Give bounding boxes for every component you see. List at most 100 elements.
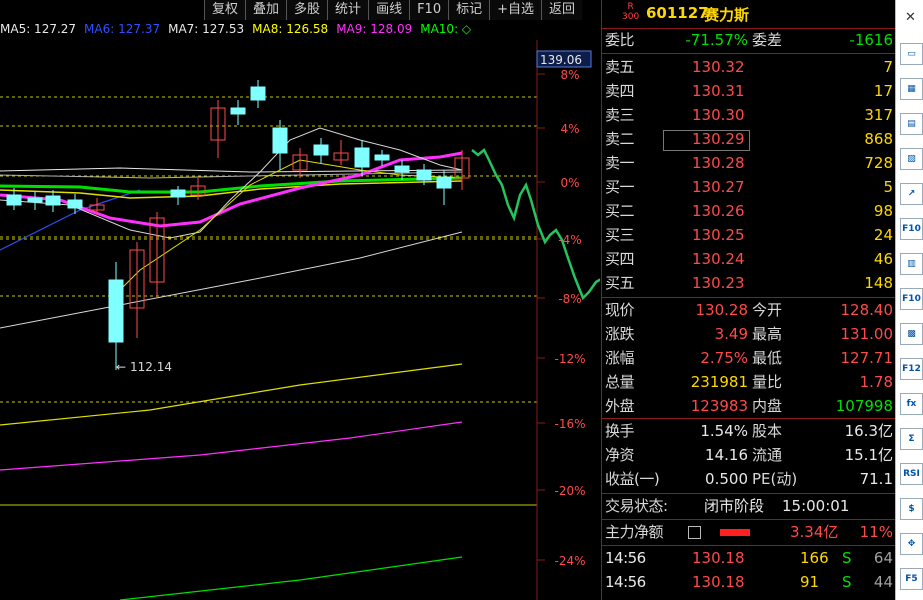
- y-tick-label: 8%: [560, 68, 579, 82]
- market-icon[interactable]: ▭: [900, 43, 923, 65]
- candle-body: [108, 279, 124, 343]
- level-volume: 17: [873, 82, 893, 100]
- toolbar-btn-4[interactable]: 画线: [368, 0, 410, 20]
- level-price: 130.28: [692, 154, 745, 172]
- chart-icon[interactable]: ▨: [900, 148, 923, 170]
- toolbar-btn-8[interactable]: 返回: [541, 0, 583, 20]
- f5-icon[interactable]: F5: [900, 568, 923, 590]
- candle-body: [170, 189, 186, 198]
- order-book-row[interactable]: 卖四 130.31 17: [602, 80, 895, 103]
- toolbar-btn-3[interactable]: 统计: [327, 0, 369, 20]
- trade-status: 交易状态: 闭市阶段 15:00:01: [605, 497, 850, 515]
- right-toolbar: ✕ ▭ ▦ ▤ ▨ ↗ F10 ▥ F10 ▩ F12 fx Σ RSI $ ✥ F5: [895, 0, 923, 600]
- ma-legend-item: MA5: 127.27: [0, 22, 77, 36]
- candle-body: [272, 127, 288, 154]
- stock-code: 601127: [646, 4, 709, 22]
- fx-icon[interactable]: fx: [900, 393, 923, 415]
- level-volume: 868: [864, 130, 893, 148]
- order-book-row[interactable]: 卖一 130.28 728: [602, 152, 895, 175]
- ma-legend: MA5: 127.27 MA6: 127.37 MA7: 127.53 MA8: 12…: [0, 22, 471, 40]
- level-volume: 98: [873, 202, 893, 220]
- f12-icon[interactable]: F12: [900, 358, 923, 380]
- dollar-icon[interactable]: $: [900, 498, 923, 520]
- candle-body: [67, 199, 83, 209]
- toolbar-btn-0[interactable]: 复权: [204, 0, 246, 20]
- indicator-icon[interactable]: ▩: [900, 323, 923, 345]
- stats-icon[interactable]: ▤: [900, 113, 923, 135]
- quote-row: 涨跌 3.49 最高 131.00: [605, 325, 893, 343]
- move-icon[interactable]: ✥: [900, 533, 923, 555]
- f10-icon[interactable]: F10: [900, 218, 923, 240]
- kline-chart[interactable]: 8%4%0%-4%-8%-12%-16%-20%-24% 139.06 ← 11…: [0, 0, 600, 600]
- flow-bar: [720, 529, 750, 536]
- level-label: 卖五: [605, 58, 635, 76]
- toolbar-btn-5[interactable]: F10: [409, 0, 449, 20]
- stats-row: 收益(一) 0.500 PE(动) 71.1: [605, 470, 893, 488]
- level-label: 买三: [605, 226, 635, 244]
- level-price: 130.24: [692, 250, 745, 268]
- svg-text:112.14: 112.14: [130, 360, 172, 374]
- quote-row: 外盘 123983 内盘 107998: [605, 397, 893, 415]
- trend-icon[interactable]: ↗: [900, 183, 923, 205]
- low-marker: ← 112.14: [116, 360, 172, 374]
- sum-icon[interactable]: Σ: [900, 428, 923, 450]
- committee-row: 委比 -71.57% 委差 -1616: [605, 31, 893, 49]
- candle-body: [45, 195, 61, 206]
- doc-icon[interactable]: [688, 526, 701, 539]
- level-price: 130.27: [692, 178, 745, 196]
- main-flow: 主力净额 3.34亿 11%: [605, 523, 893, 541]
- toolbar-btn-6[interactable]: 标记: [448, 0, 490, 20]
- table-icon[interactable]: ▥: [900, 253, 923, 275]
- ma-legend-item: MA8: 126.58: [252, 22, 329, 36]
- level-price: 130.32: [692, 58, 745, 76]
- candle-body: [250, 86, 266, 101]
- candle-body: [6, 194, 22, 206]
- level-volume: 148: [864, 274, 893, 292]
- level-label: 买四: [605, 250, 635, 268]
- order-book-row[interactable]: 买五 130.23 148: [602, 272, 895, 295]
- level-label: 买五: [605, 274, 635, 292]
- level-label: 买二: [605, 202, 635, 220]
- f10b-icon[interactable]: F10: [900, 288, 923, 310]
- level-volume: 5: [883, 178, 893, 196]
- level-volume: 317: [864, 106, 893, 124]
- grid-icon[interactable]: ▦: [900, 78, 923, 100]
- order-book-row[interactable]: 卖五 130.32 7: [602, 56, 895, 79]
- level-label: 卖二: [605, 130, 635, 148]
- tick-row: 14:56 130.18 166 S 64: [605, 549, 893, 567]
- level-price: 130.30: [692, 106, 745, 124]
- quote-row: 涨幅 2.75% 最低 127.71: [605, 349, 893, 367]
- order-book-row[interactable]: 买一 130.27 5: [602, 176, 895, 199]
- level-volume: 24: [873, 226, 893, 244]
- order-book-row[interactable]: 买三 130.25 24: [602, 224, 895, 247]
- quote-panel: R 300 601127 赛力斯 委比 -71.57% 委差 -1616 卖五 13…: [601, 0, 895, 600]
- order-book-row[interactable]: 买四 130.24 46: [602, 248, 895, 271]
- toolbar-btn-1[interactable]: 叠加: [245, 0, 287, 20]
- level-price: 130.25: [692, 226, 745, 244]
- level-price: 130.31: [692, 82, 745, 100]
- y-tick-label: -8%: [558, 292, 581, 306]
- level-label: 卖一: [605, 154, 635, 172]
- y-axis-labels: 8%4%0%-4%-8%-12%-16%-20%-24%: [537, 68, 586, 568]
- toolbar-btn-2[interactable]: 多股: [286, 0, 328, 20]
- rsi-icon[interactable]: RSI: [900, 463, 923, 485]
- drawn-trend-line[interactable]: [471, 148, 600, 301]
- level-price: 130.29: [692, 130, 745, 148]
- candles: [6, 80, 470, 370]
- stats-row: 净资 14.16 流通 15.1亿: [605, 446, 893, 464]
- quote-row: 总量 231981 量比 1.78: [605, 373, 893, 391]
- close-x-icon[interactable]: ✕: [900, 8, 921, 28]
- order-book-row[interactable]: 买二 130.26 98: [602, 200, 895, 223]
- toolbar-btn-7[interactable]: +自选: [489, 0, 542, 20]
- order-book-row[interactable]: 卖三 130.30 317: [602, 104, 895, 127]
- candle-body: [230, 107, 246, 115]
- candle-body: [354, 147, 370, 168]
- y-tick-label: -20%: [554, 484, 585, 498]
- ma-legend-item: MA9: 128.09: [336, 22, 413, 36]
- y-tick-label: 0%: [560, 176, 579, 190]
- level-price: 130.26: [692, 202, 745, 220]
- chart-toolbar: 复权 叠加 多股 统计 画线 F10 标记 +自选 返回: [204, 0, 583, 20]
- level-label: 卖三: [605, 106, 635, 124]
- y-tick-label: -12%: [554, 352, 585, 366]
- order-book-row[interactable]: 卖二 130.29 868: [602, 128, 895, 151]
